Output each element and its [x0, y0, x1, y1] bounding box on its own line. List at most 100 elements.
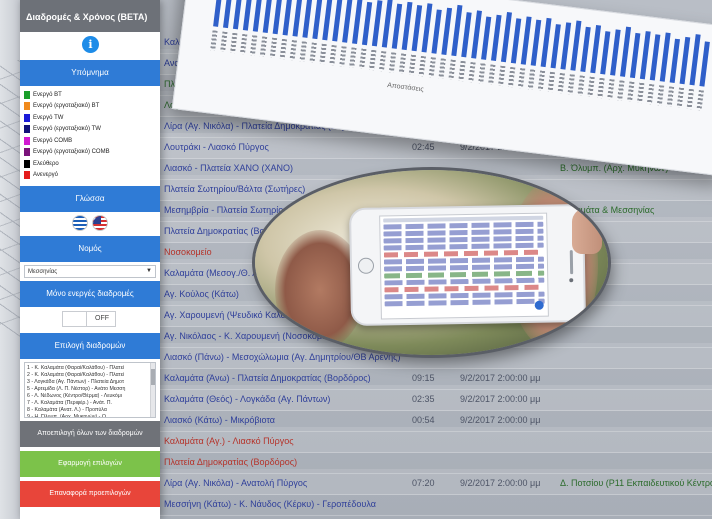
table-cell-route: Λουτράκι - Λιασκό Πύργος — [164, 142, 269, 152]
chart-bar — [381, 0, 393, 48]
table-cell-route: Λιασκό (Πάνω) - Μεσοχώλωμια (Αγ. Δημητρί… — [164, 352, 401, 362]
route-option[interactable]: 2 - Κ. Καλαμάτα (Φαραί/Καλάθου) - Πλατεί — [27, 372, 149, 379]
table-cell-route: Καλαμάτα (Άνω) - Πλατεία Δημοκρατίας (Βο… — [164, 373, 371, 383]
chart-tick — [488, 64, 496, 85]
toggle-state-label: OFF — [95, 315, 109, 322]
route-select-title: Επιλογή διαδρομών — [20, 333, 160, 359]
legend-item: Ελεύθερο — [24, 158, 156, 170]
chart-tick — [428, 57, 436, 78]
chart-tick — [686, 88, 694, 110]
chart-tick — [448, 59, 456, 80]
chart-bar — [213, 0, 224, 27]
chart-bar — [461, 11, 472, 58]
chart-tick — [577, 75, 585, 96]
chart-tick — [378, 50, 387, 72]
chart-tick — [617, 80, 625, 101]
chart-bar — [451, 5, 463, 57]
route-option[interactable]: 1 - Κ. Καλαμάτα (Φαραί/Καλάθου) - Πλατεί — [27, 365, 149, 372]
chart-bar — [302, 0, 314, 38]
chart-bar — [520, 16, 532, 65]
route-option[interactable]: 3 - Λογκάδα (Αγ. Πάντων) - Πλατεία Δημοτ — [27, 379, 149, 386]
fab-icon — [534, 300, 544, 310]
chart-tick — [587, 76, 595, 98]
route-multiselect[interactable]: 1 - Κ. Καλαμάτα (Φαραί/Καλάθου) - Πλατεί… — [24, 362, 156, 418]
route-option[interactable]: 8 - Καλαμάτα (Ανατ. Λ.) - Προπύλα — [27, 407, 149, 414]
us-flag-icon[interactable] — [92, 215, 108, 231]
legend-item: Ενεργό (εργοταξιακό) COMB — [24, 147, 156, 159]
chart-bar — [223, 0, 234, 29]
table-cell-time: 9/2/2017 2:00:00 μμ — [460, 415, 541, 425]
chart-bar — [659, 32, 671, 82]
chart-tick — [507, 66, 516, 88]
chart-bar — [679, 36, 691, 85]
route-list-scrollbar[interactable] — [150, 363, 155, 417]
table-cell-route: Λιασκό - Πλατεία ΧΑΝΟ (ΧΑΝΟ) — [164, 163, 294, 173]
chart-bar — [580, 26, 591, 73]
prefecture-select[interactable]: Μεσσηνίας ▼ — [24, 265, 156, 278]
chart-tick — [517, 68, 526, 89]
chart-bar — [282, 0, 294, 36]
table-cell-route: Νοσοκομείο — [164, 247, 212, 257]
route-option[interactable]: 6 - Λ. Νέδωνος (Κέντρο/Θέρμα) - Λευκόμι — [27, 393, 149, 400]
phone-screen — [379, 212, 549, 320]
reset-defaults-button[interactable]: Επαναφορά προεπιλογών — [20, 481, 160, 507]
route-option[interactable]: 9 - Η. Όλυμπ. (Αρχ. Μυκηνών) - Ο. — [27, 414, 149, 417]
chart-tick — [339, 46, 347, 67]
chart-bar — [411, 5, 423, 52]
chart-tick — [597, 77, 605, 99]
chart-bar — [401, 2, 413, 51]
chart-bar — [441, 7, 453, 55]
deselect-all-button[interactable]: Αποεπιλογή όλων των διαδρομών — [20, 421, 160, 447]
legend-item: Ενεργό COMB — [24, 135, 156, 147]
info-icon[interactable]: i — [82, 36, 99, 53]
chart-tick — [289, 40, 297, 61]
table-cell-time: 9/2/2017 2:00:00 μμ — [460, 394, 541, 404]
legend-item: Ενεργό ΒΤ — [24, 89, 156, 101]
legend-label: Ενεργό COMB — [33, 137, 73, 144]
legend-title: Υπόμνημα — [20, 60, 160, 86]
chart-tick — [220, 31, 228, 52]
chart-bar — [550, 24, 561, 69]
chart-bar — [421, 3, 433, 53]
table-row[interactable]: Μεσσήνη (Κάτω) - Κ. Νάυδος (Κέρκυ) - Γερ… — [160, 490, 712, 516]
chart-tick — [468, 61, 476, 83]
chart-bar — [560, 22, 572, 70]
chart-bar — [342, 0, 353, 43]
chart-tick — [239, 33, 248, 55]
table-cell-route: Πλατεία Δημοκρατίας (Βορδόρος) — [164, 457, 298, 467]
chart-bar — [262, 0, 274, 34]
table-cell-route: Λιασκό (Κάτω) - Μικρόβιοτα — [164, 415, 276, 425]
chart-tick — [329, 44, 337, 66]
route-option[interactable]: 5 - Αρτεμίδα (Λ. Π. Νέστορ) - Ανάτο Μεσσ… — [27, 386, 149, 393]
chart-bar — [570, 20, 582, 71]
table-cell-route: Πλατεία Σωτηρίου/Βάλτα (Σωτήρες) — [164, 184, 306, 194]
chart-bar — [431, 9, 442, 54]
legend-swatch — [24, 171, 30, 180]
legend-label: Ενεργό (εργοταξιακό) COMB — [33, 149, 110, 156]
legend-swatch — [24, 148, 30, 157]
route-option[interactable]: 7 - Λ. Καλαμάτα (Περιφέρ.) - Ανάτ. Π. — [27, 400, 149, 407]
chart-bar — [620, 27, 632, 77]
chart-tick — [627, 81, 635, 102]
legend-label: Ανενεργό — [33, 172, 58, 179]
active-only-toggle[interactable]: OFF — [62, 311, 116, 327]
greek-flag-icon[interactable] — [72, 215, 88, 231]
chart-tick — [438, 58, 446, 79]
chart-tick — [408, 54, 417, 76]
chart-bar — [699, 41, 710, 87]
chart-tick — [636, 82, 645, 104]
chart-bar — [232, 0, 244, 30]
chart-bar — [361, 1, 373, 46]
legend-swatch — [24, 102, 30, 111]
chart-tick — [230, 32, 238, 54]
chart-bar — [669, 38, 680, 83]
apply-button[interactable]: Εφαρμογή επιλογών — [20, 451, 160, 477]
speaker-icon — [569, 250, 574, 275]
chart-tick — [696, 89, 704, 111]
chart-bar — [510, 18, 522, 64]
chart-bar — [629, 33, 641, 79]
chart-tick — [498, 65, 506, 87]
chart-bar — [600, 30, 611, 75]
chart-bar — [500, 12, 512, 63]
chart-bar — [530, 19, 542, 66]
